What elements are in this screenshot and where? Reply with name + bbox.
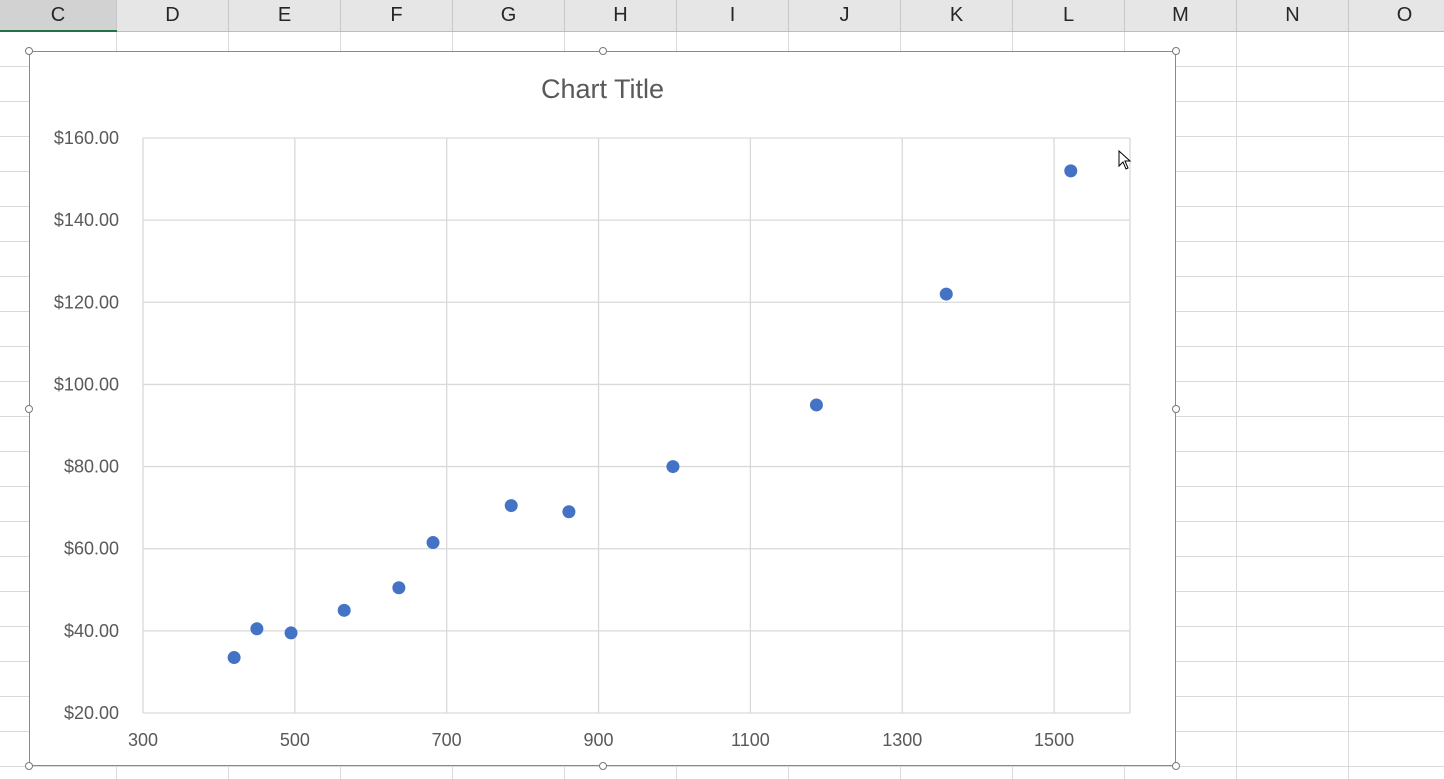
y-tick-label: $80.00 <box>64 457 119 477</box>
column-header-o[interactable]: O <box>1349 0 1444 31</box>
y-tick-label: $60.00 <box>64 539 119 559</box>
column-header-m[interactable]: M <box>1125 0 1237 31</box>
resize-handle-bottom-center[interactable] <box>599 762 607 770</box>
chart-plot-svg: $20.00 $40.00 $60.00 $80.00 $100.00 $120.00 $1… <box>54 128 1131 750</box>
data-point <box>250 622 264 636</box>
column-header-f[interactable]: F <box>341 0 453 31</box>
column-header-bar: CDEFGHIJKLMNO <box>0 0 1444 32</box>
column-header-d[interactable]: D <box>117 0 229 31</box>
x-tick-label: 1100 <box>731 730 770 750</box>
grid-column-line <box>1236 32 1237 779</box>
column-header-i[interactable]: I <box>677 0 789 31</box>
resize-handle-top-center[interactable] <box>599 47 607 55</box>
x-tick-label: 1500 <box>1034 730 1074 750</box>
x-tick-label: 500 <box>280 730 310 750</box>
resize-handle-middle-left[interactable] <box>25 405 33 413</box>
resize-handle-top-right[interactable] <box>1172 47 1180 55</box>
data-point <box>337 603 351 617</box>
resize-handle-middle-right[interactable] <box>1172 405 1180 413</box>
y-tick-label: $100.00 <box>54 374 119 394</box>
column-header-g[interactable]: G <box>453 0 565 31</box>
column-header-e[interactable]: E <box>229 0 341 31</box>
resize-handle-bottom-left[interactable] <box>25 762 33 770</box>
y-tick-label: $40.00 <box>64 621 119 641</box>
column-header-c[interactable]: C <box>0 0 117 31</box>
y-tick-label: $20.00 <box>64 703 119 723</box>
spreadsheet-area: CDEFGHIJKLMNO Chart Title $20.00 $40.00 $6… <box>0 0 1444 779</box>
column-header-l[interactable]: L <box>1013 0 1125 31</box>
data-point <box>666 460 680 474</box>
data-point <box>562 505 576 519</box>
column-header-j[interactable]: J <box>789 0 901 31</box>
column-header-h[interactable]: H <box>565 0 677 31</box>
y-tick-label: $140.00 <box>54 210 119 230</box>
data-point <box>426 536 440 550</box>
data-point <box>809 398 823 412</box>
data-point <box>227 651 241 665</box>
grid-row-line <box>0 766 1444 767</box>
grid-column-line <box>1348 32 1349 779</box>
x-tick-label: 700 <box>432 730 462 750</box>
x-tick-label: 300 <box>128 730 158 750</box>
column-header-k[interactable]: K <box>901 0 1013 31</box>
data-point <box>1064 164 1078 178</box>
data-point <box>939 287 953 301</box>
y-tick-label: $120.00 <box>54 292 119 312</box>
data-point <box>504 499 518 513</box>
data-point <box>284 626 298 640</box>
resize-handle-bottom-right[interactable] <box>1172 762 1180 770</box>
data-point <box>392 581 406 595</box>
scatter-chart[interactable]: Chart Title $20.00 $40.00 $60.00 $80.00 $100… <box>29 51 1176 766</box>
column-header-n[interactable]: N <box>1237 0 1349 31</box>
x-tick-label: 1300 <box>882 730 922 750</box>
resize-handle-top-left[interactable] <box>25 47 33 55</box>
mouse-pointer-icon <box>1118 150 1132 170</box>
y-tick-label: $160.00 <box>54 128 119 148</box>
x-tick-label: 900 <box>584 730 614 750</box>
